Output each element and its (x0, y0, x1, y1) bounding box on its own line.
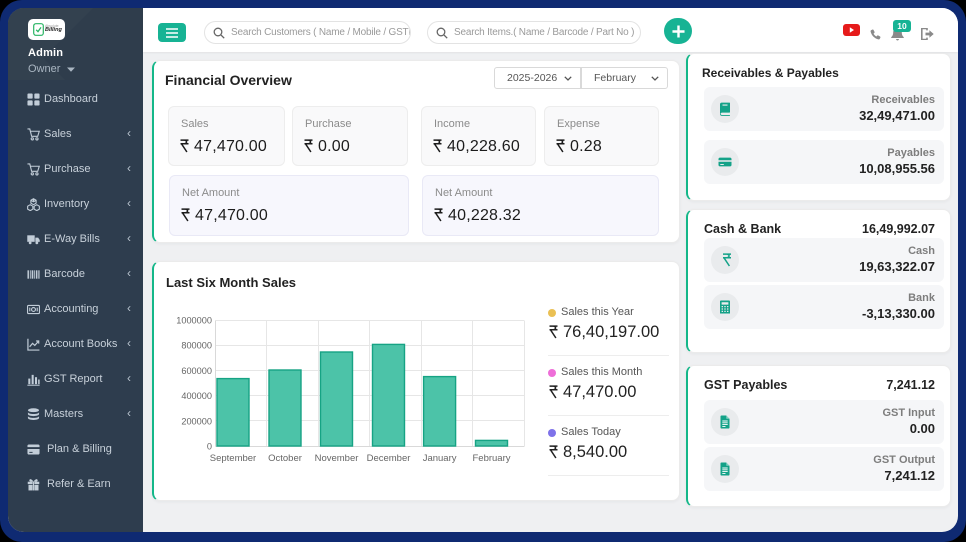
svg-text:1000000: 1000000 (176, 316, 212, 326)
svg-text:January: January (423, 453, 457, 464)
svg-text:0: 0 (207, 442, 212, 452)
svg-text:December: December (367, 453, 411, 464)
svg-text:600000: 600000 (181, 366, 212, 376)
svg-text:October: October (268, 453, 302, 464)
svg-text:400000: 400000 (181, 391, 212, 401)
svg-text:November: November (315, 453, 359, 464)
svg-text:200000: 200000 (181, 416, 212, 426)
svg-text:February: February (472, 453, 510, 464)
svg-text:800000: 800000 (181, 341, 212, 351)
svg-text:September: September (210, 453, 256, 464)
